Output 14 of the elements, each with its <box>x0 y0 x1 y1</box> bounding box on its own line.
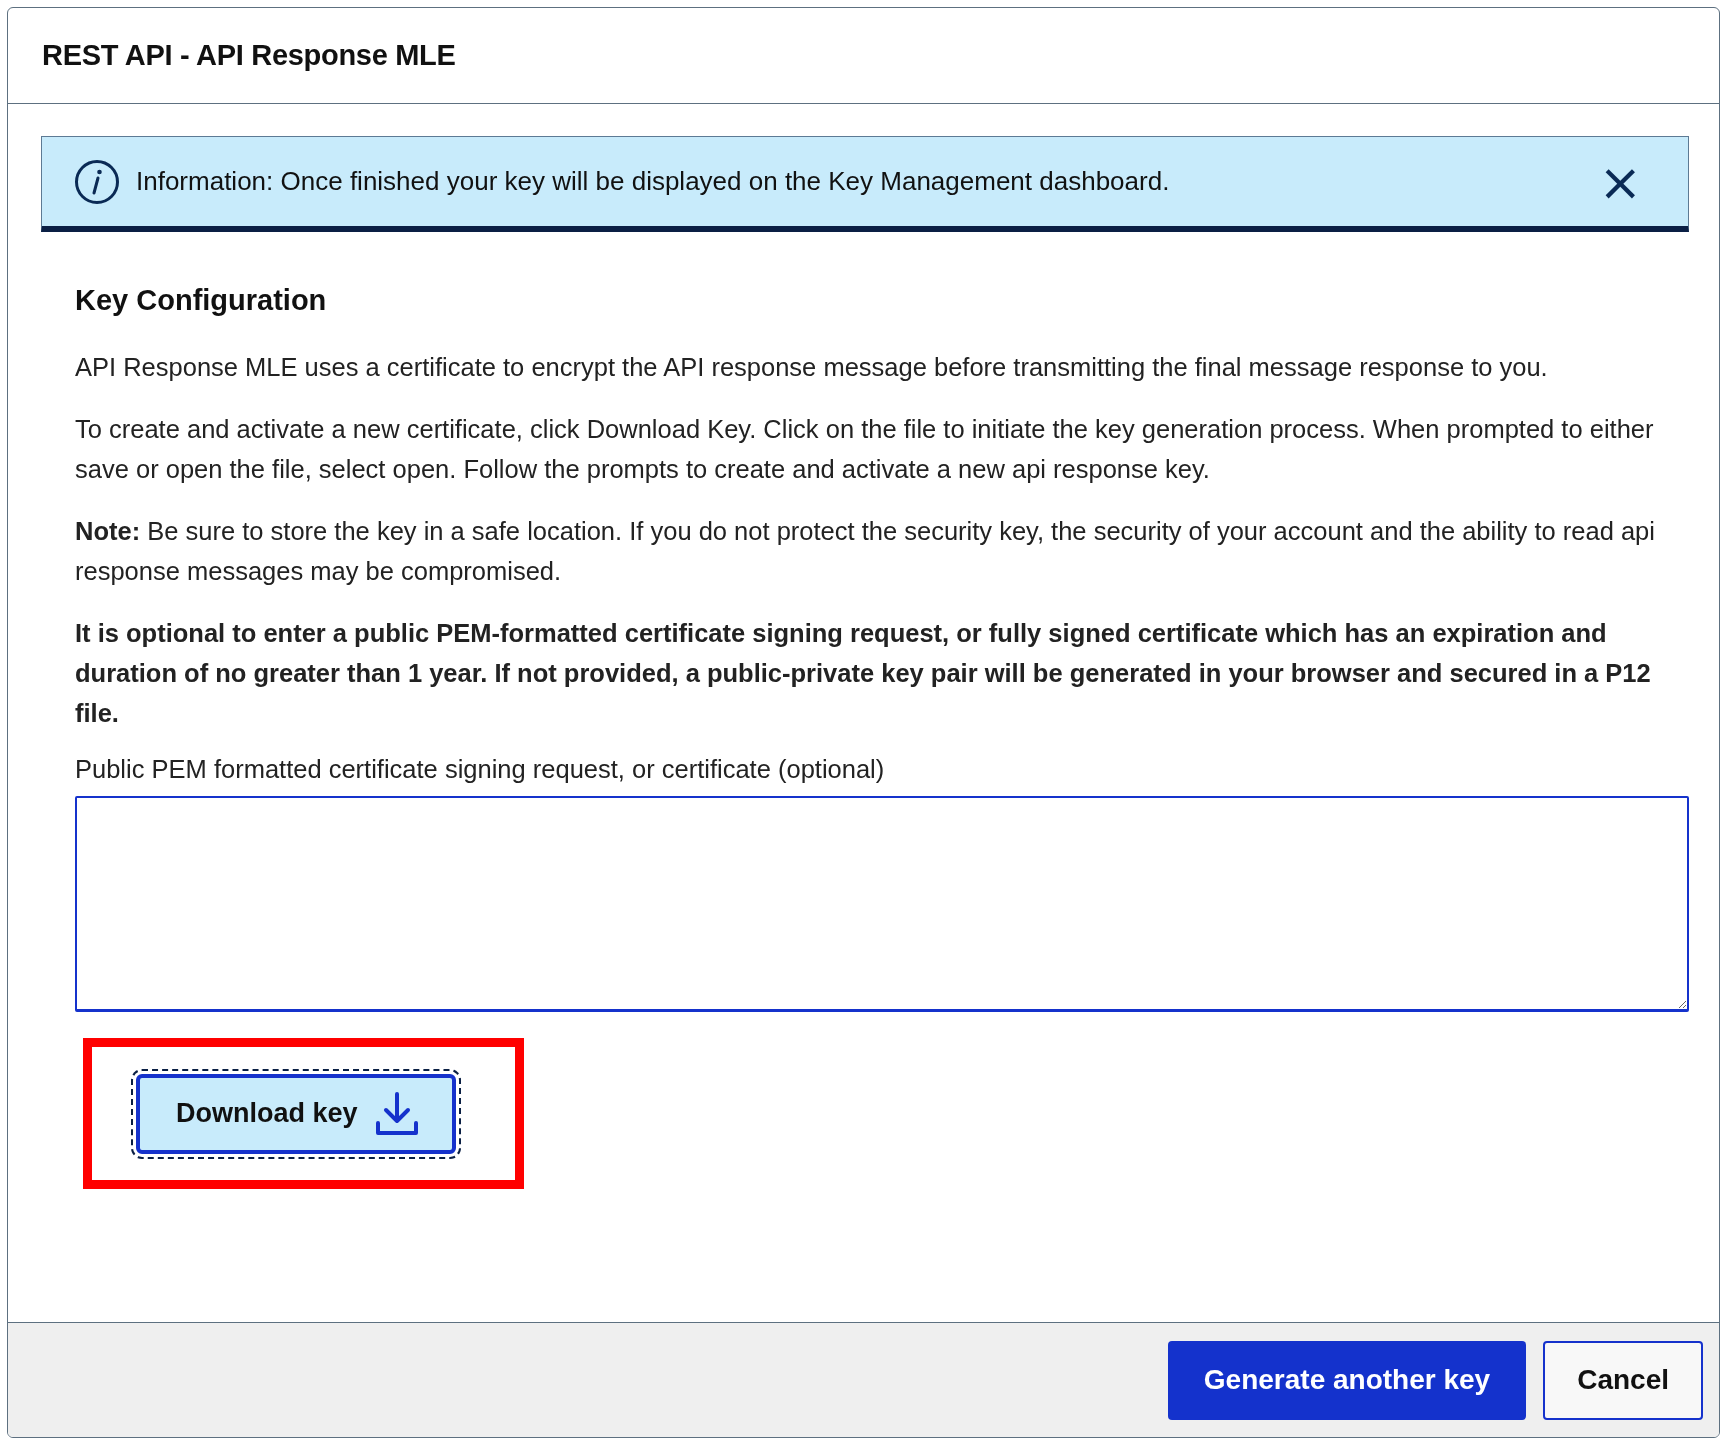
paragraph: Note: Be sure to store the key in a safe location. If you do not protect the security key, the security of your account and the ability to read api response messages may be compromised. <box>75 516 1656 587</box>
paragraph: It is optional to enter a public PEM-formatted certificate signing request, or fully signed certificate which has an expiration and duration of no greater than 1 year. If not provided, a public-private key pair will be generated in your browser and secured in a P12 file. <box>75 618 1652 729</box>
info-message: Information: Once finished your key will be displayed on the Key Management dashboard. <box>136 166 1171 197</box>
dialog-title: REST API - API Response MLE <box>42 39 456 72</box>
info-icon <box>74 158 120 205</box>
input-field[interactable] <box>75 796 1689 1012</box>
paragraph: To create and activate a new certificate, click Download Key. Click on the file to initiate the key generation process. When prompted to either save or open the file, select open. Follow the prompts to create and activate a new api response key. <box>75 414 1655 485</box>
section-heading: Key Configuration <box>75 284 328 317</box>
field-label: Public PEM formatted certificate signing request, or certificate (optional) <box>75 755 886 784</box>
paragraph: API Response MLE uses a certificate to encrypt the API response message before transmitting the final message response to you. <box>75 352 1549 383</box>
download-icon <box>373 1090 420 1137</box>
close-button[interactable]: × <box>1592 155 1648 208</box>
cancel-button[interactable]: Cancel <box>1543 1340 1703 1420</box>
generate-button[interactable]: Generate another key <box>1167 1340 1527 1420</box>
